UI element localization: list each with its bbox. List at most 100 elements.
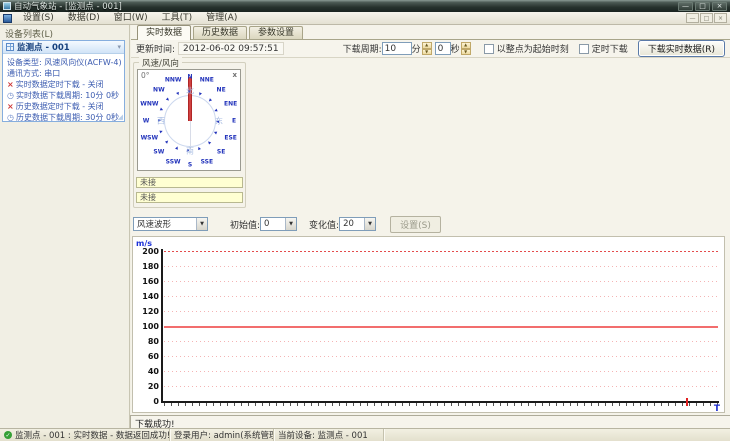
compass-arrow-icon: ▸ (173, 144, 181, 151)
download-status-strip: 下载成功! (130, 415, 730, 430)
compass-dir-E: E (231, 117, 237, 125)
change-value-select[interactable]: 20 ▼ (339, 217, 377, 231)
device-info-line: 通讯方式: 串口 (7, 68, 122, 79)
timed-download-label: 定时下载 (591, 45, 628, 55)
menu-item[interactable]: 数据(D) (61, 12, 107, 25)
compass-dir-S: S (187, 161, 193, 169)
compass-cn-w: 西 (157, 116, 165, 126)
cross-icon: × (7, 80, 14, 89)
gridline-200 (164, 251, 718, 252)
minutes-input[interactable]: 10 (381, 42, 412, 55)
compass-dir-WSW: WSW (140, 134, 159, 142)
status-text: 监测点 - 001 : 实时数据 - 数据返回成功! (15, 431, 170, 441)
gridline-140 (164, 296, 718, 297)
tab-strip: 实时数据 历史数据 参数设置 (131, 25, 730, 40)
device-title: 监测点 - 001 (17, 43, 70, 53)
device-info-text: 设备类型: 风速风向仪(ACFW-4) (7, 58, 122, 67)
menu-item[interactable]: 管理(A) (199, 12, 244, 25)
time-cursor-marker (686, 398, 688, 406)
device-info-text: 历史数据定时下载 - 关闭 (15, 102, 104, 111)
initial-value-label: 初始值: (230, 220, 261, 231)
y-tick-label-20: 20 (147, 381, 159, 391)
device-info-text: 通讯方式: 串口 (7, 69, 61, 78)
compass-dir-N: N (187, 73, 193, 81)
wind-chart: m/s T 0 20 40 60 80 100 120 140 160 180 200 (132, 236, 725, 414)
device-info-text: 历史数据下载周期: 30分 0秒 (15, 113, 120, 122)
compass-arrow-icon: ▸ (158, 127, 165, 136)
compass-cn-e: 东 (215, 116, 223, 126)
compass-needle (188, 77, 192, 121)
status-bar: ✓ 监测点 - 001 : 实时数据 - 数据返回成功! 登录用户: admin(系… (0, 428, 730, 441)
tab-实时数据[interactable]: 实时数据 (137, 25, 192, 40)
align-start-checkbox[interactable] (483, 43, 494, 54)
title-bar: 自动气象站 - [监测点 - 001] — □ × (0, 0, 730, 12)
chevron-down-icon[interactable]: ▼ (196, 218, 207, 230)
seconds-stepper[interactable]: ▲ ▼ (460, 42, 471, 55)
mdi-window-controls: — □ × (686, 13, 727, 23)
gridline-60 (164, 356, 718, 357)
y-axis (161, 249, 163, 403)
period-label: 下载周期: (342, 45, 382, 55)
clock-icon: ◷ (7, 113, 14, 122)
device-panel[interactable]: 监测点 - 001 ▾ 设备类型: 风速风向仪(ACFW-4) 通讯方式: 串口 ×… (2, 40, 125, 122)
seconds-down-icon[interactable]: ▼ (460, 48, 471, 55)
maximize-button[interactable]: □ (695, 1, 710, 11)
download-realtime-button[interactable]: 下载实时数据(R) (637, 40, 725, 57)
seconds-input[interactable]: 0 (434, 42, 451, 55)
wind-compass: 0° x N ▸ NNE ▸ NE ▸ ENE ▸ E ▸ ESE ▸ SE ▸ SSE ▸ S ▸ SSW ▸ SW ▸… (137, 69, 241, 171)
device-info-text: 实时数据下载周期: 10分 0秒 (15, 91, 120, 100)
y-tick-label-100: 100 (142, 321, 159, 331)
y-tick-label-180: 180 (142, 261, 159, 271)
wind-group-box: 风速/风向 0° x N ▸ NNE ▸ NE ▸ ENE ▸ E ▸ ESE ▸ SE ▸ SSE ▸ S ▸ S… (133, 57, 246, 208)
app-icon (3, 2, 11, 10)
device-panel-header[interactable]: 监测点 - 001 ▾ (3, 41, 124, 54)
series-select-value: 风速波形 (137, 220, 172, 230)
minimize-button[interactable]: — (678, 1, 693, 11)
mdi-restore-button[interactable]: □ (700, 13, 713, 23)
gridline-80 (164, 341, 718, 342)
x-axis-ticks (164, 403, 718, 406)
close-button[interactable]: × (712, 1, 727, 11)
wind-degree-value: 0° (141, 71, 150, 80)
minutes-stepper[interactable]: ▲ ▼ (421, 42, 432, 55)
y-tick-label-140: 140 (142, 291, 159, 301)
change-value-label: 变化值: (309, 220, 340, 231)
initial-value: 0 (264, 219, 270, 229)
device-sidebar: 设备列表(L) 监测点 - 001 ▾ 设备类型: 风速风向仪(ACFW-4) 通… (0, 25, 130, 428)
timed-download-checkbox[interactable] (578, 43, 589, 54)
device-info-line: ◷ 实时数据下载周期: 10分 0秒 (7, 90, 122, 101)
menu-item[interactable]: 工具(T) (155, 12, 200, 25)
compass-dir-NNE: NNE (199, 76, 214, 84)
chevron-down-icon[interactable]: ▼ (285, 218, 297, 230)
menu-items: 设置(S) 数据(D) 窗口(W) 工具(T) 管理(A) (16, 12, 244, 25)
menu-item[interactable]: 窗口(W) (107, 12, 155, 25)
gridline-160 (164, 281, 718, 282)
main-content: 实时数据 历史数据 参数设置 更新时间: 2012-06-02 09:57:51 下… (131, 25, 730, 415)
mdi-close-button[interactable]: × (714, 13, 727, 23)
window-title: 自动气象站 - [监测点 - 001] (14, 2, 122, 12)
compass-dir-SW: SW (153, 148, 165, 156)
compass-dir-WNW: WNW (140, 100, 159, 108)
compass-dir-ENE: ENE (224, 100, 238, 108)
tab-历史数据[interactable]: 历史数据 (193, 26, 248, 39)
menu-item[interactable]: 设置(S) (16, 12, 61, 25)
mdi-document-icon[interactable] (3, 13, 12, 23)
settings-button[interactable]: 设置(S) (390, 215, 441, 233)
compass-corner-label: x (232, 71, 237, 79)
series-select[interactable]: 风速波形 ▼ (133, 217, 208, 231)
pin-icon[interactable]: ▾ (117, 43, 121, 51)
y-tick-label-0: 0 (153, 396, 159, 406)
compass-arrow-icon: ▸ (159, 105, 165, 114)
tab-参数设置[interactable]: 参数设置 (249, 26, 304, 39)
chevron-down-icon[interactable]: ▼ (364, 218, 376, 230)
chart-x-axis-label: T (713, 404, 720, 414)
mdi-minimize-button[interactable]: — (686, 13, 699, 23)
update-time-label: 更新时间: (136, 45, 176, 55)
compass-cn-s: 南 (186, 146, 194, 156)
gridline-180 (164, 266, 718, 267)
resize-grip-icon[interactable]: ◢ (118, 113, 123, 121)
initial-value-select[interactable]: 0 ▼ (260, 217, 298, 231)
minutes-down-icon[interactable]: ▼ (421, 48, 432, 55)
menu-bar: 设置(S) 数据(D) 窗口(W) 工具(T) 管理(A) — □ × (0, 12, 730, 25)
y-tick-label-60: 60 (147, 351, 159, 361)
